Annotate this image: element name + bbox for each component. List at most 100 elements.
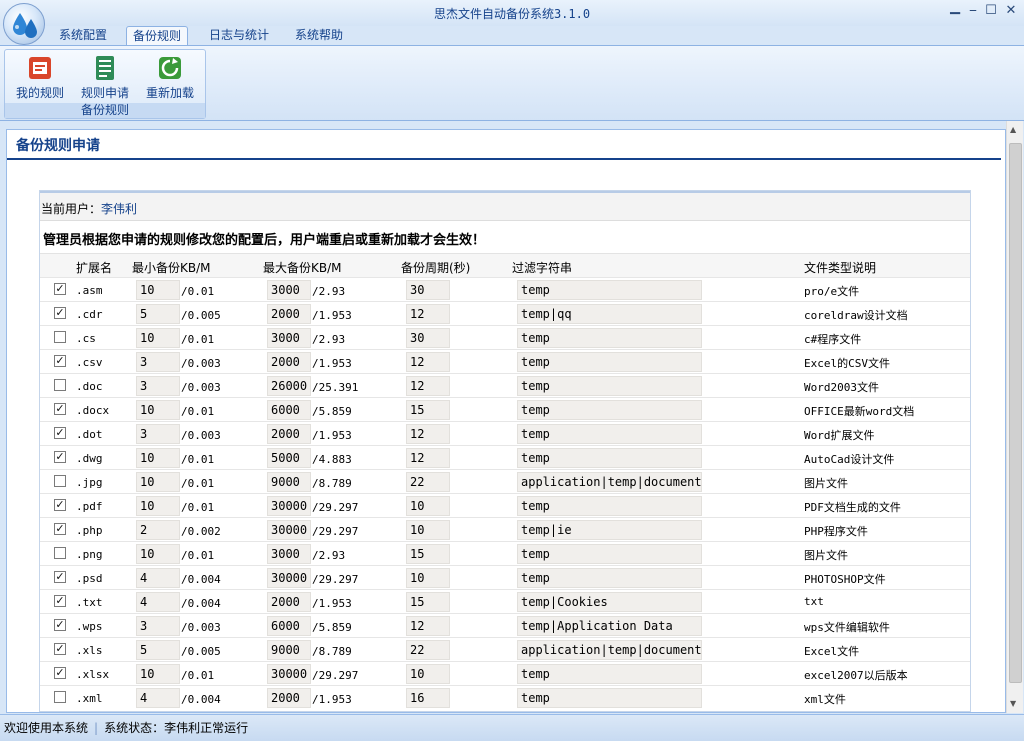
max-size-input[interactable]: 30000 [267, 520, 311, 540]
min-size-input[interactable]: 3 [136, 376, 180, 396]
period-input[interactable]: 12 [406, 616, 450, 636]
period-input[interactable]: 15 [406, 400, 450, 420]
filter-input[interactable]: temp|qq [517, 304, 702, 324]
row-checkbox[interactable]: ✓ [54, 619, 66, 631]
row-checkbox[interactable]: ✓ [54, 307, 66, 319]
max-size-input[interactable]: 30000 [267, 664, 311, 684]
min-size-input[interactable]: 4 [136, 592, 180, 612]
period-input[interactable]: 15 [406, 592, 450, 612]
filter-input[interactable]: temp [517, 280, 702, 300]
filter-input[interactable]: temp [517, 688, 702, 708]
max-size-input[interactable]: 6000 [267, 616, 311, 636]
tab-logs-stats[interactable]: 日志与统计 [203, 26, 275, 46]
tab-backup-rules[interactable]: 备份规则 [126, 26, 189, 46]
row-checkbox[interactable] [54, 475, 66, 487]
filter-input[interactable]: temp|ie [517, 520, 702, 540]
max-size-input[interactable]: 9000 [267, 472, 311, 492]
period-input[interactable]: 10 [406, 496, 450, 516]
row-checkbox[interactable] [54, 691, 66, 703]
max-size-input[interactable]: 6000 [267, 400, 311, 420]
my-rules-button[interactable]: 我的规则 [9, 54, 71, 102]
row-checkbox[interactable]: ✓ [54, 643, 66, 655]
max-size-input[interactable]: 30000 [267, 568, 311, 588]
row-checkbox[interactable]: ✓ [54, 499, 66, 511]
row-checkbox[interactable]: ✓ [54, 667, 66, 679]
reload-button[interactable]: 重新加载 [139, 54, 201, 102]
filter-input[interactable]: temp [517, 328, 702, 348]
tab-system-help[interactable]: 系统帮助 [289, 26, 349, 46]
row-checkbox[interactable]: ✓ [54, 355, 66, 367]
filter-input[interactable]: temp [517, 544, 702, 564]
min-size-input[interactable]: 3 [136, 424, 180, 444]
max-size-input[interactable]: 2000 [267, 352, 311, 372]
row-checkbox[interactable]: ✓ [54, 283, 66, 295]
row-checkbox[interactable] [54, 547, 66, 559]
max-size-input[interactable]: 3000 [267, 544, 311, 564]
filter-input[interactable]: temp [517, 424, 702, 444]
row-checkbox[interactable]: ✓ [54, 523, 66, 535]
filter-input[interactable]: application|temp|document^ [517, 640, 702, 660]
min-size-input[interactable]: 10 [136, 328, 180, 348]
period-input[interactable]: 12 [406, 304, 450, 324]
period-input[interactable]: 30 [406, 280, 450, 300]
min-size-input[interactable]: 4 [136, 688, 180, 708]
min-size-input[interactable]: 10 [136, 400, 180, 420]
min-size-input[interactable]: 10 [136, 544, 180, 564]
minimize-icon[interactable]: ▁ [946, 0, 964, 16]
scroll-up-icon[interactable]: ▲ [1010, 125, 1016, 134]
filter-input[interactable]: temp [517, 448, 702, 468]
period-input[interactable]: 10 [406, 520, 450, 540]
restore-icon[interactable]: ⎯ [964, 3, 982, 19]
period-input[interactable]: 22 [406, 640, 450, 660]
filter-input[interactable]: temp [517, 352, 702, 372]
period-input[interactable]: 30 [406, 328, 450, 348]
scroll-thumb[interactable] [1009, 143, 1022, 683]
period-input[interactable]: 22 [406, 472, 450, 492]
tab-system-config[interactable]: 系统配置 [53, 26, 113, 46]
max-size-input[interactable]: 3000 [267, 280, 311, 300]
max-size-input[interactable]: 2000 [267, 592, 311, 612]
filter-input[interactable]: application|temp|document^ [517, 472, 702, 492]
min-size-input[interactable]: 3 [136, 616, 180, 636]
filter-input[interactable]: temp [517, 496, 702, 516]
min-size-input[interactable]: 5 [136, 640, 180, 660]
max-size-input[interactable]: 2000 [267, 424, 311, 444]
period-input[interactable]: 12 [406, 424, 450, 444]
row-checkbox[interactable]: ✓ [54, 403, 66, 415]
min-size-input[interactable]: 10 [136, 448, 180, 468]
row-checkbox[interactable] [54, 379, 66, 391]
max-size-input[interactable]: 30000 [267, 496, 311, 516]
row-checkbox[interactable] [54, 331, 66, 343]
max-size-input[interactable]: 2000 [267, 304, 311, 324]
rule-apply-button[interactable]: 规则申请 [74, 54, 136, 102]
max-size-input[interactable]: 5000 [267, 448, 311, 468]
min-size-input[interactable]: 4 [136, 568, 180, 588]
close-icon[interactable]: ✕ [1002, 3, 1020, 19]
min-size-input[interactable]: 3 [136, 352, 180, 372]
filter-input[interactable]: temp [517, 400, 702, 420]
row-checkbox[interactable]: ✓ [54, 427, 66, 439]
app-orb-button[interactable] [3, 3, 45, 45]
period-input[interactable]: 15 [406, 544, 450, 564]
filter-input[interactable]: temp|Application Data [517, 616, 702, 636]
row-checkbox[interactable]: ✓ [54, 451, 66, 463]
filter-input[interactable]: temp|Cookies [517, 592, 702, 612]
max-size-input[interactable]: 2000 [267, 688, 311, 708]
max-size-input[interactable]: 9000 [267, 640, 311, 660]
min-size-input[interactable]: 10 [136, 280, 180, 300]
min-size-input[interactable]: 10 [136, 664, 180, 684]
period-input[interactable]: 12 [406, 352, 450, 372]
scroll-down-icon[interactable]: ▼ [1010, 699, 1016, 708]
max-size-input[interactable]: 3000 [267, 328, 311, 348]
filter-input[interactable]: temp [517, 376, 702, 396]
filter-input[interactable]: temp [517, 568, 702, 588]
min-size-input[interactable]: 10 [136, 496, 180, 516]
maximize-icon[interactable]: ☐ [982, 3, 1000, 19]
period-input[interactable]: 10 [406, 568, 450, 588]
row-checkbox[interactable]: ✓ [54, 571, 66, 583]
min-size-input[interactable]: 2 [136, 520, 180, 540]
filter-input[interactable]: temp [517, 664, 702, 684]
vertical-scrollbar[interactable]: ▲ ▼ [1006, 121, 1023, 713]
min-size-input[interactable]: 5 [136, 304, 180, 324]
row-checkbox[interactable]: ✓ [54, 595, 66, 607]
